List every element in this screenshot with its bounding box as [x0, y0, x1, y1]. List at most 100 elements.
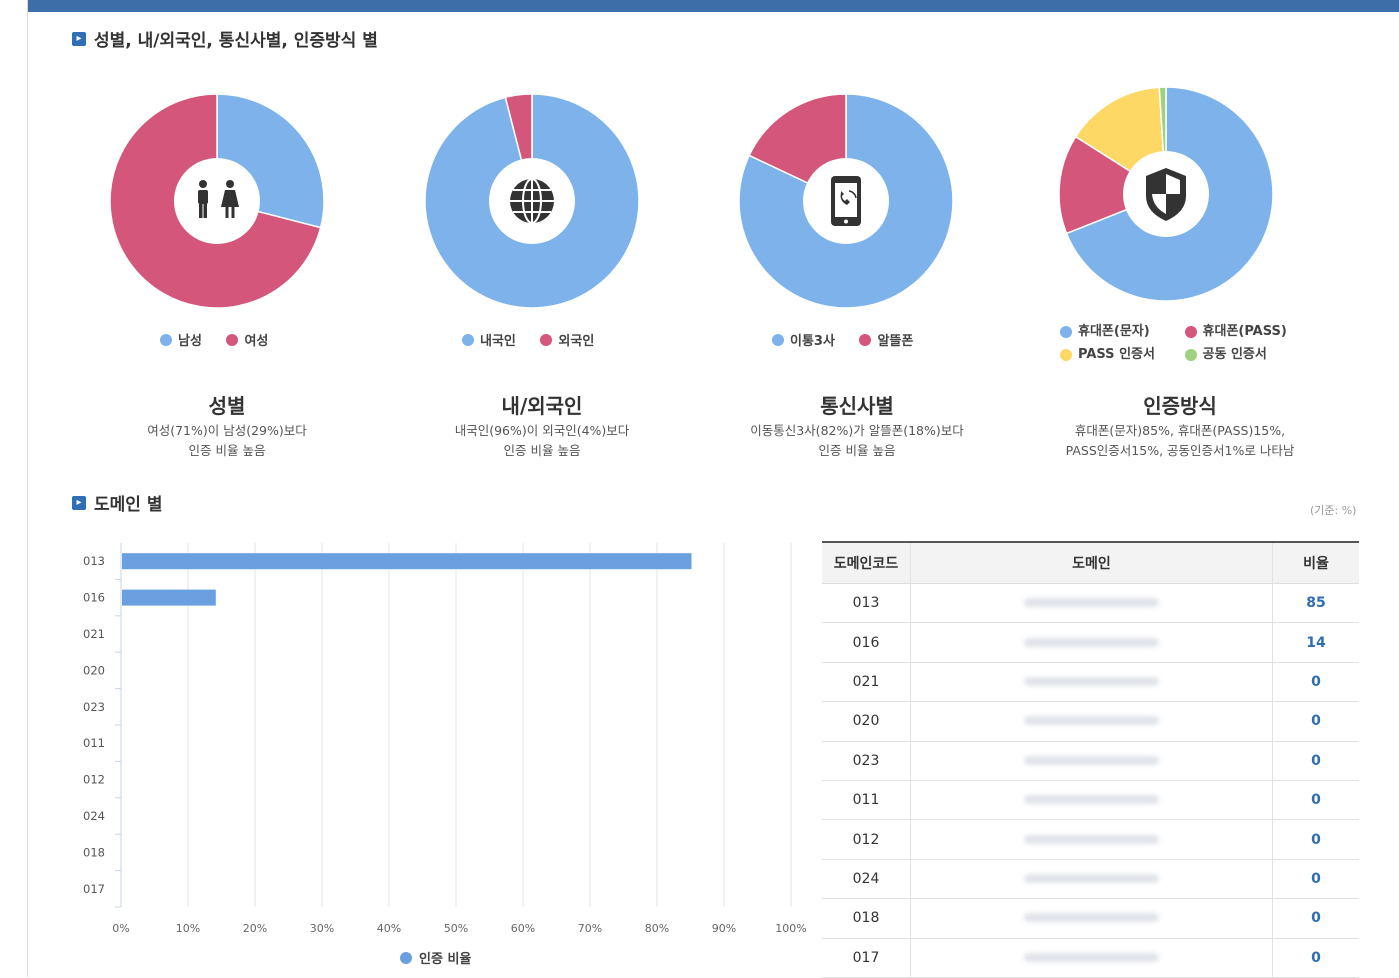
- cell-domain: [910, 898, 1273, 939]
- blurred-domain: [1024, 834, 1159, 844]
- cell-ratio: 0: [1272, 701, 1359, 742]
- cell-ratio: 0: [1272, 898, 1359, 939]
- cell-code: 017: [822, 938, 911, 978]
- cell-code: 018: [822, 898, 911, 939]
- cell-code: 011: [822, 780, 911, 821]
- legend-dot: [1060, 349, 1072, 361]
- table-row: 016 14: [822, 622, 1359, 663]
- legend-dot: [226, 333, 239, 346]
- blurred-domain: [1024, 952, 1159, 962]
- x-tick-label: 10%: [176, 922, 200, 935]
- blurred-domain: [1024, 598, 1159, 608]
- cell-code: 020: [822, 701, 911, 742]
- y-tick-label: 011: [83, 736, 105, 750]
- cell-domain: [910, 583, 1273, 624]
- x-tick-label: 0%: [112, 922, 129, 935]
- legend-dot: [772, 333, 784, 346]
- pie-chart-nationality: [424, 93, 640, 309]
- cell-domain: [910, 780, 1273, 821]
- blurred-domain: [1024, 795, 1159, 805]
- header-ratio: 비율: [1272, 541, 1359, 584]
- x-tick-label: 50%: [444, 922, 468, 935]
- x-tick-label: 70%: [578, 922, 602, 935]
- x-tick-label: 30%: [310, 922, 334, 935]
- legend-auth: 휴대폰(문자) 휴대폰(PASS) PASS 인증서 공동 인증서: [1060, 322, 1320, 368]
- cell-ratio: 85: [1272, 583, 1359, 624]
- legend-dot: [859, 333, 872, 346]
- table-row: 013 85: [822, 583, 1359, 624]
- cell-code: 024: [822, 859, 911, 900]
- desc-line: 인증 비율 높음: [188, 443, 266, 458]
- chevron-right-icon: ▸: [72, 31, 86, 46]
- x-tick-label: 20%: [243, 922, 267, 935]
- legend-dot: [462, 333, 474, 346]
- cell-ratio: 14: [1272, 622, 1359, 663]
- header-code: 도메인코드: [822, 541, 911, 584]
- cell-ratio: 0: [1272, 938, 1359, 978]
- cell-domain: [910, 622, 1273, 663]
- blurred-domain: [1024, 755, 1159, 765]
- left-border: [27, 0, 28, 977]
- table-row: 020 0: [822, 701, 1359, 742]
- desc-line: 휴대폰(문자)85%, 휴대폰(PASS)15%,: [1074, 423, 1286, 438]
- legend-label: 알뜰폰: [877, 334, 914, 349]
- desc-line: 이동통신3사(82%)가 알뜰폰(18%)보다: [750, 423, 964, 438]
- legend-item: 외국인: [540, 330, 594, 349]
- cell-ratio: 0: [1272, 741, 1359, 781]
- cell-domain: [910, 938, 1273, 978]
- y-tick-label: 024: [83, 809, 105, 823]
- desc-line: 인증 비율 높음: [503, 443, 581, 458]
- pie-title: 통신사별: [820, 394, 894, 418]
- legend-item: 여성: [226, 330, 268, 349]
- bar-legend: 인증 비율: [400, 948, 471, 967]
- cell-code: 023: [822, 741, 911, 781]
- y-tick-label: 020: [83, 663, 105, 677]
- legend-label: 내국인: [480, 334, 516, 349]
- legend-dot: [540, 333, 553, 346]
- x-tick-label: 60%: [511, 922, 535, 935]
- pie-title: 내/외국인: [501, 394, 583, 418]
- legend-label: 공동 인증서: [1202, 347, 1267, 362]
- pie-title: 성별: [208, 394, 246, 418]
- x-tick-label: 80%: [645, 922, 669, 935]
- desc-line: 여성(71%)이 남성(29%)보다: [147, 423, 307, 438]
- y-tick-label: 016: [83, 591, 105, 605]
- legend-gender: 남성 여성: [160, 330, 288, 350]
- pie-description: 내국인(96%)이 외국인(4%)보다 인증 비율 높음: [382, 421, 702, 461]
- legend-label: PASS 인증서: [1078, 347, 1155, 362]
- chevron-right-icon: ▸: [72, 495, 86, 510]
- cell-ratio: 0: [1272, 662, 1359, 703]
- table-row: 021 0: [822, 662, 1359, 703]
- legend-label: 휴대폰(PASS): [1202, 324, 1287, 339]
- blurred-domain: [1024, 676, 1159, 686]
- table-row: 012 0: [822, 819, 1359, 860]
- blurred-domain: [1024, 873, 1159, 883]
- table-row: 018 0: [822, 898, 1359, 939]
- pie-description: 휴대폰(문자)85%, 휴대폰(PASS)15%, PASS인증서15%, 공동…: [1020, 421, 1340, 461]
- pie-description: 이동통신3사(82%)가 알뜰폰(18%)보다 인증 비율 높음: [697, 421, 1017, 461]
- pie-description: 여성(71%)이 남성(29%)보다 인증 비율 높음: [67, 421, 387, 461]
- legend-item: PASS 인증서: [1060, 345, 1160, 365]
- legend-carrier: 이통3사 알뜰폰: [772, 330, 933, 350]
- header-domain: 도메인: [910, 541, 1273, 584]
- legend-dot: [400, 951, 412, 964]
- section-title-domain: ▸ 도메인 별: [72, 490, 162, 515]
- legend-label: 휴대폰(문자): [1078, 324, 1150, 339]
- section-title-text: 도메인 별: [94, 495, 163, 515]
- cell-code: 021: [822, 662, 911, 703]
- table-header-row: 도메인코드 도메인 비율: [822, 541, 1359, 584]
- table-row: 011 0: [822, 780, 1359, 821]
- legend-item: 휴대폰(문자): [1060, 322, 1160, 342]
- y-tick-label: 021: [83, 627, 105, 641]
- legend-label: 인증 비율: [419, 952, 472, 967]
- blurred-domain: [1024, 637, 1159, 647]
- legend-dot: [1184, 349, 1197, 361]
- pie-chart-carrier: [738, 93, 954, 309]
- table-row: 024 0: [822, 859, 1359, 900]
- legend-item: 이통3사: [772, 330, 835, 349]
- cell-code: 016: [822, 622, 911, 663]
- legend-label: 외국인: [558, 334, 595, 349]
- bar-chart-domain: 0% 10% 20% 30% 40% 50% 60% 70% 80% 90% 100% 013 016 0…: [83, 543, 807, 935]
- cell-domain: [910, 859, 1273, 900]
- x-tick-label: 40%: [377, 922, 401, 935]
